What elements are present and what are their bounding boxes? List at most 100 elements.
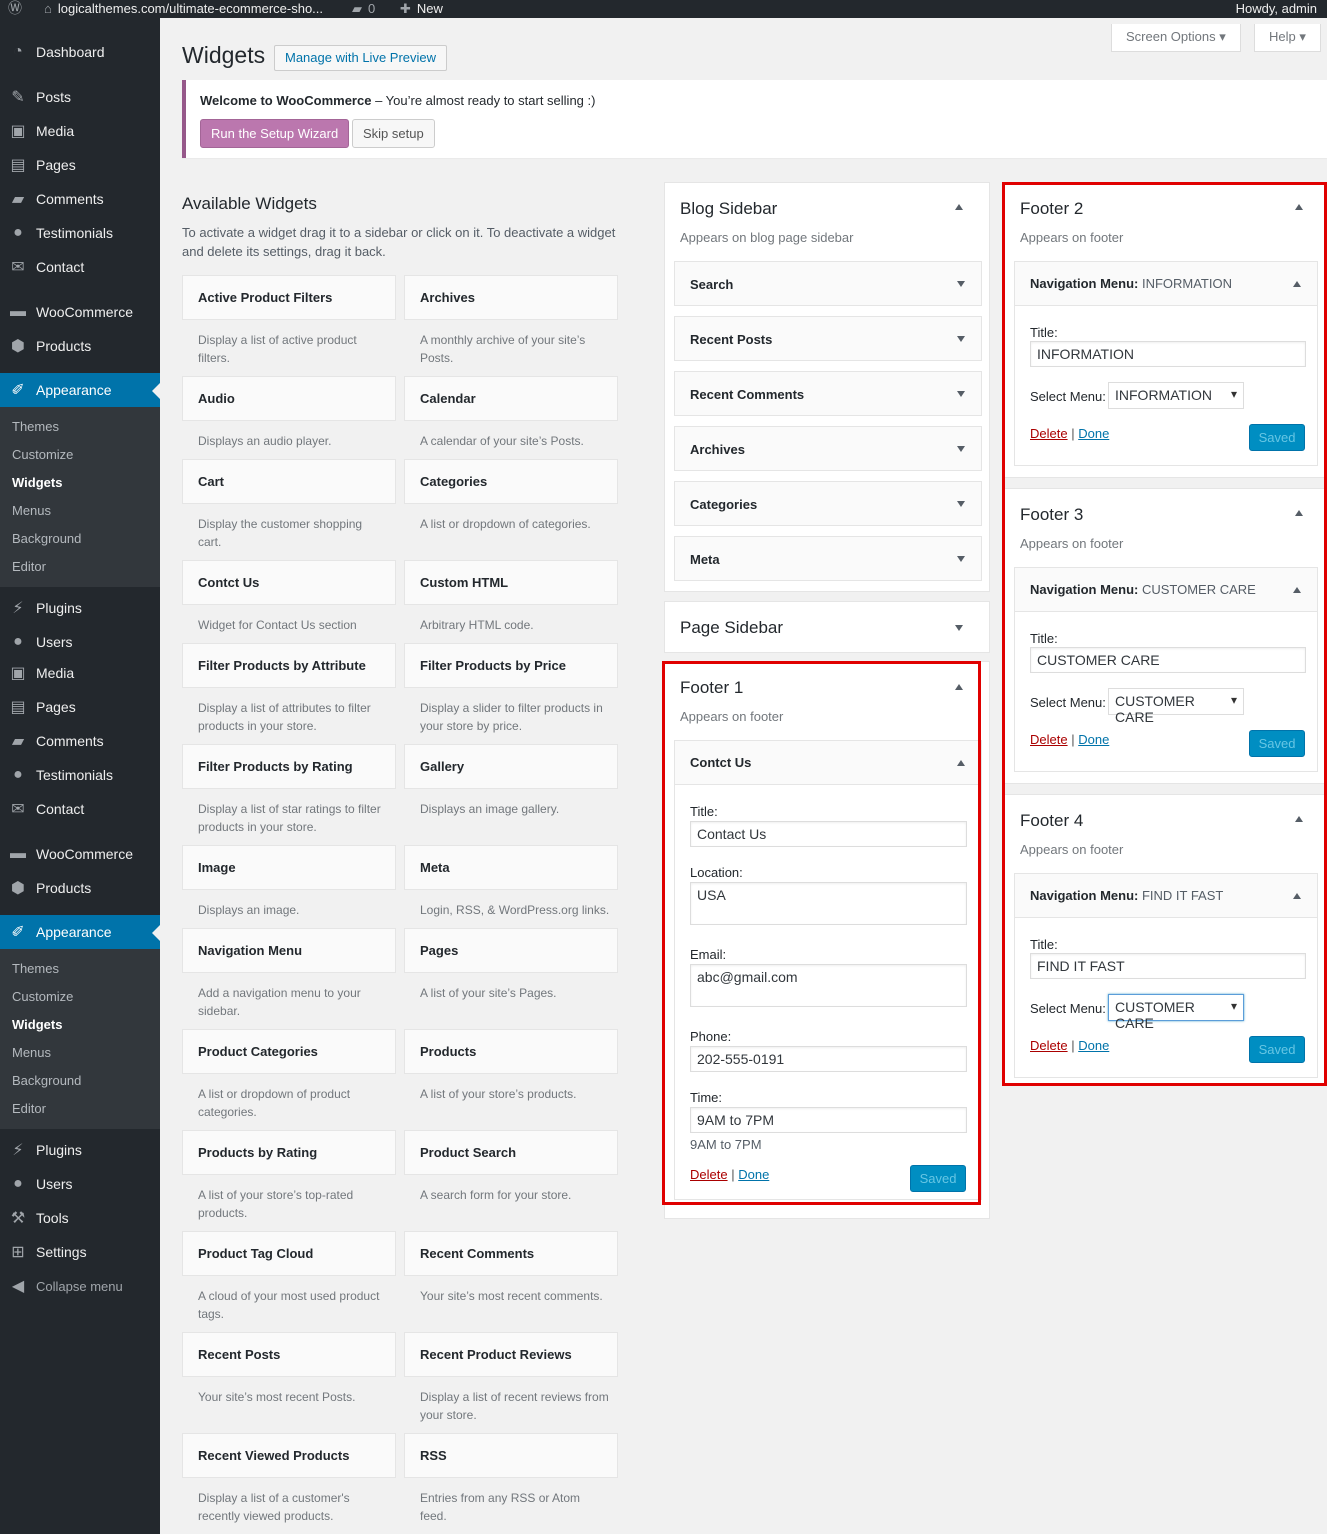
new-content-link[interactable]: ✚ New [400,0,443,18]
footer-4-title[interactable]: Footer 4 [1020,811,1083,831]
collapse-arrow-icon[interactable] [1293,281,1301,287]
available-widget[interactable]: Filter Products by Price [404,643,618,688]
done-link[interactable]: Done [1078,426,1109,441]
available-widget[interactable]: Image [182,845,396,890]
menu-pages[interactable]: ▤ Pages [0,148,160,182]
expand-arrow-icon[interactable] [957,336,965,342]
available-widget[interactable]: Meta [404,845,618,890]
menu-settings[interactable]: ⊞ Settings [0,1235,160,1269]
sidebar-widget-recent-comments[interactable]: Recent Comments [674,371,982,416]
email-textarea[interactable]: abc@gmail.com [690,964,967,1007]
delete-link[interactable]: Delete [690,1167,728,1182]
available-widget[interactable]: Navigation Menu [182,928,396,973]
run-setup-wizard-button[interactable]: Run the Setup Wizard [200,119,350,148]
expand-arrow-icon[interactable] [955,625,963,631]
widget-header[interactable]: Navigation Menu: CUSTOMER CARE [1015,568,1317,612]
menu-contact[interactable]: ✉ Contact [0,250,160,284]
site-link[interactable]: ⌂ logicalthemes.com/ultimate-ecommerce-s… [44,0,323,18]
collapse-arrow-icon[interactable] [1295,816,1303,822]
sidebar-widget-recent-posts[interactable]: Recent Posts [674,316,982,361]
menu-dashboard[interactable]: ◔ Dashboard [0,35,160,69]
help-tab[interactable]: Help ▾ [1254,24,1321,52]
available-widget[interactable]: Archives [404,275,618,320]
submenu-customize[interactable]: Customize [0,441,160,469]
submenu-menus[interactable]: Menus [0,1039,160,1067]
account-menu[interactable]: Howdy, admin [1236,0,1317,18]
available-widget[interactable]: Product Tag Cloud [182,1231,396,1276]
menu-media[interactable]: ▣ Media [0,114,160,148]
menu-users-2[interactable]: ● Users [0,1167,160,1201]
saved-button[interactable]: Saved [1249,730,1305,757]
submenu-themes[interactable]: Themes [0,413,160,441]
collapse-arrow-icon[interactable] [1293,893,1301,899]
menu-woocommerce-2[interactable]: ▬ WooCommerce [0,837,160,871]
menu-woocommerce[interactable]: ▬ WooCommerce [0,295,160,329]
submenu-background[interactable]: Background [0,525,160,553]
available-widget[interactable]: Calendar [404,376,618,421]
menu-media-2[interactable]: ▣ Media [0,656,160,690]
submenu-editor[interactable]: Editor [0,1095,160,1123]
available-widget[interactable]: Product Categories [182,1029,396,1074]
menu-products-2[interactable]: ⬢ Products [0,871,160,905]
menu-contact-2[interactable]: ✉ Contact [0,792,160,826]
footer-1-title[interactable]: Footer 1 [680,678,743,698]
collapse-arrow-icon[interactable] [1293,587,1301,593]
title-input[interactable]: CUSTOMER CARE [1030,647,1306,673]
available-widget[interactable]: Pages [404,928,618,973]
menu-testimonials[interactable]: ● Testimonials [0,216,160,250]
widget-header[interactable]: Navigation Menu: INFORMATION [1015,262,1317,306]
available-widget[interactable]: Products [404,1029,618,1074]
available-widget[interactable]: Custom HTML [404,560,618,605]
footer-3-title[interactable]: Footer 3 [1020,505,1083,525]
saved-button[interactable]: Saved [1249,1036,1305,1063]
comments-link[interactable]: ▰ 0 [352,0,375,18]
phone-input[interactable]: 202-555-0191 [690,1046,967,1072]
available-widget[interactable]: Filter Products by Rating [182,744,396,789]
collapse-arrow-icon[interactable] [1295,510,1303,516]
collapse-arrow-icon[interactable] [955,684,963,690]
title-input[interactable]: INFORMATION [1030,341,1306,367]
saved-button[interactable]: Saved [910,1165,966,1192]
done-link[interactable]: Done [1078,1038,1109,1053]
title-input[interactable]: Contact Us [690,821,967,847]
done-link[interactable]: Done [1078,732,1109,747]
submenu-editor[interactable]: Editor [0,553,160,581]
submenu-customize[interactable]: Customize [0,983,160,1011]
expand-arrow-icon[interactable] [957,391,965,397]
expand-arrow-icon[interactable] [957,556,965,562]
available-widget[interactable]: Filter Products by Attribute [182,643,396,688]
expand-arrow-icon[interactable] [957,446,965,452]
menu-testimonials-2[interactable]: ● Testimonials [0,758,160,792]
menu-pages-2[interactable]: ▤ Pages [0,690,160,724]
widget-header[interactable]: Navigation Menu: FIND IT FAST [1015,874,1317,918]
available-widget[interactable]: Product Search [404,1130,618,1175]
submenu-background[interactable]: Background [0,1067,160,1095]
available-widget[interactable]: Active Product Filters [182,275,396,320]
available-widget[interactable]: RSS [404,1433,618,1478]
select-menu-dropdown[interactable]: CUSTOMER CARE [1108,688,1244,725]
available-widget[interactable]: Recent Viewed Products [182,1433,396,1478]
location-textarea[interactable]: USA [690,882,967,925]
available-widget[interactable]: Products by Rating [182,1130,396,1175]
footer-2-title[interactable]: Footer 2 [1020,199,1083,219]
menu-posts[interactable]: ✎ Posts [0,80,160,114]
available-widget[interactable]: Recent Posts [182,1332,396,1377]
delete-link[interactable]: Delete [1030,1038,1068,1053]
screen-options-tab[interactable]: Screen Options ▾ [1111,24,1241,52]
available-widget[interactable]: Contct Us [182,560,396,605]
sidebar-widget-categories[interactable]: Categories [674,481,982,526]
time-input[interactable]: 9AM to 7PM [690,1107,967,1133]
live-preview-button[interactable]: Manage with Live Preview [274,45,448,71]
wordpress-logo-icon[interactable]: Ⓦ [8,0,26,18]
available-widget[interactable]: Gallery [404,744,618,789]
blog-sidebar-title[interactable]: Blog Sidebar [680,199,777,219]
available-widget[interactable]: Categories [404,459,618,504]
menu-products[interactable]: ⬢ Products [0,329,160,363]
done-link[interactable]: Done [738,1167,769,1182]
delete-link[interactable]: Delete [1030,732,1068,747]
menu-comments[interactable]: ▰ Comments [0,182,160,216]
available-widget[interactable]: Audio [182,376,396,421]
menu-plugins-2[interactable]: ⚡ Plugins [0,1133,160,1167]
available-widget[interactable]: Recent Comments [404,1231,618,1276]
collapse-arrow-icon[interactable] [1295,204,1303,210]
